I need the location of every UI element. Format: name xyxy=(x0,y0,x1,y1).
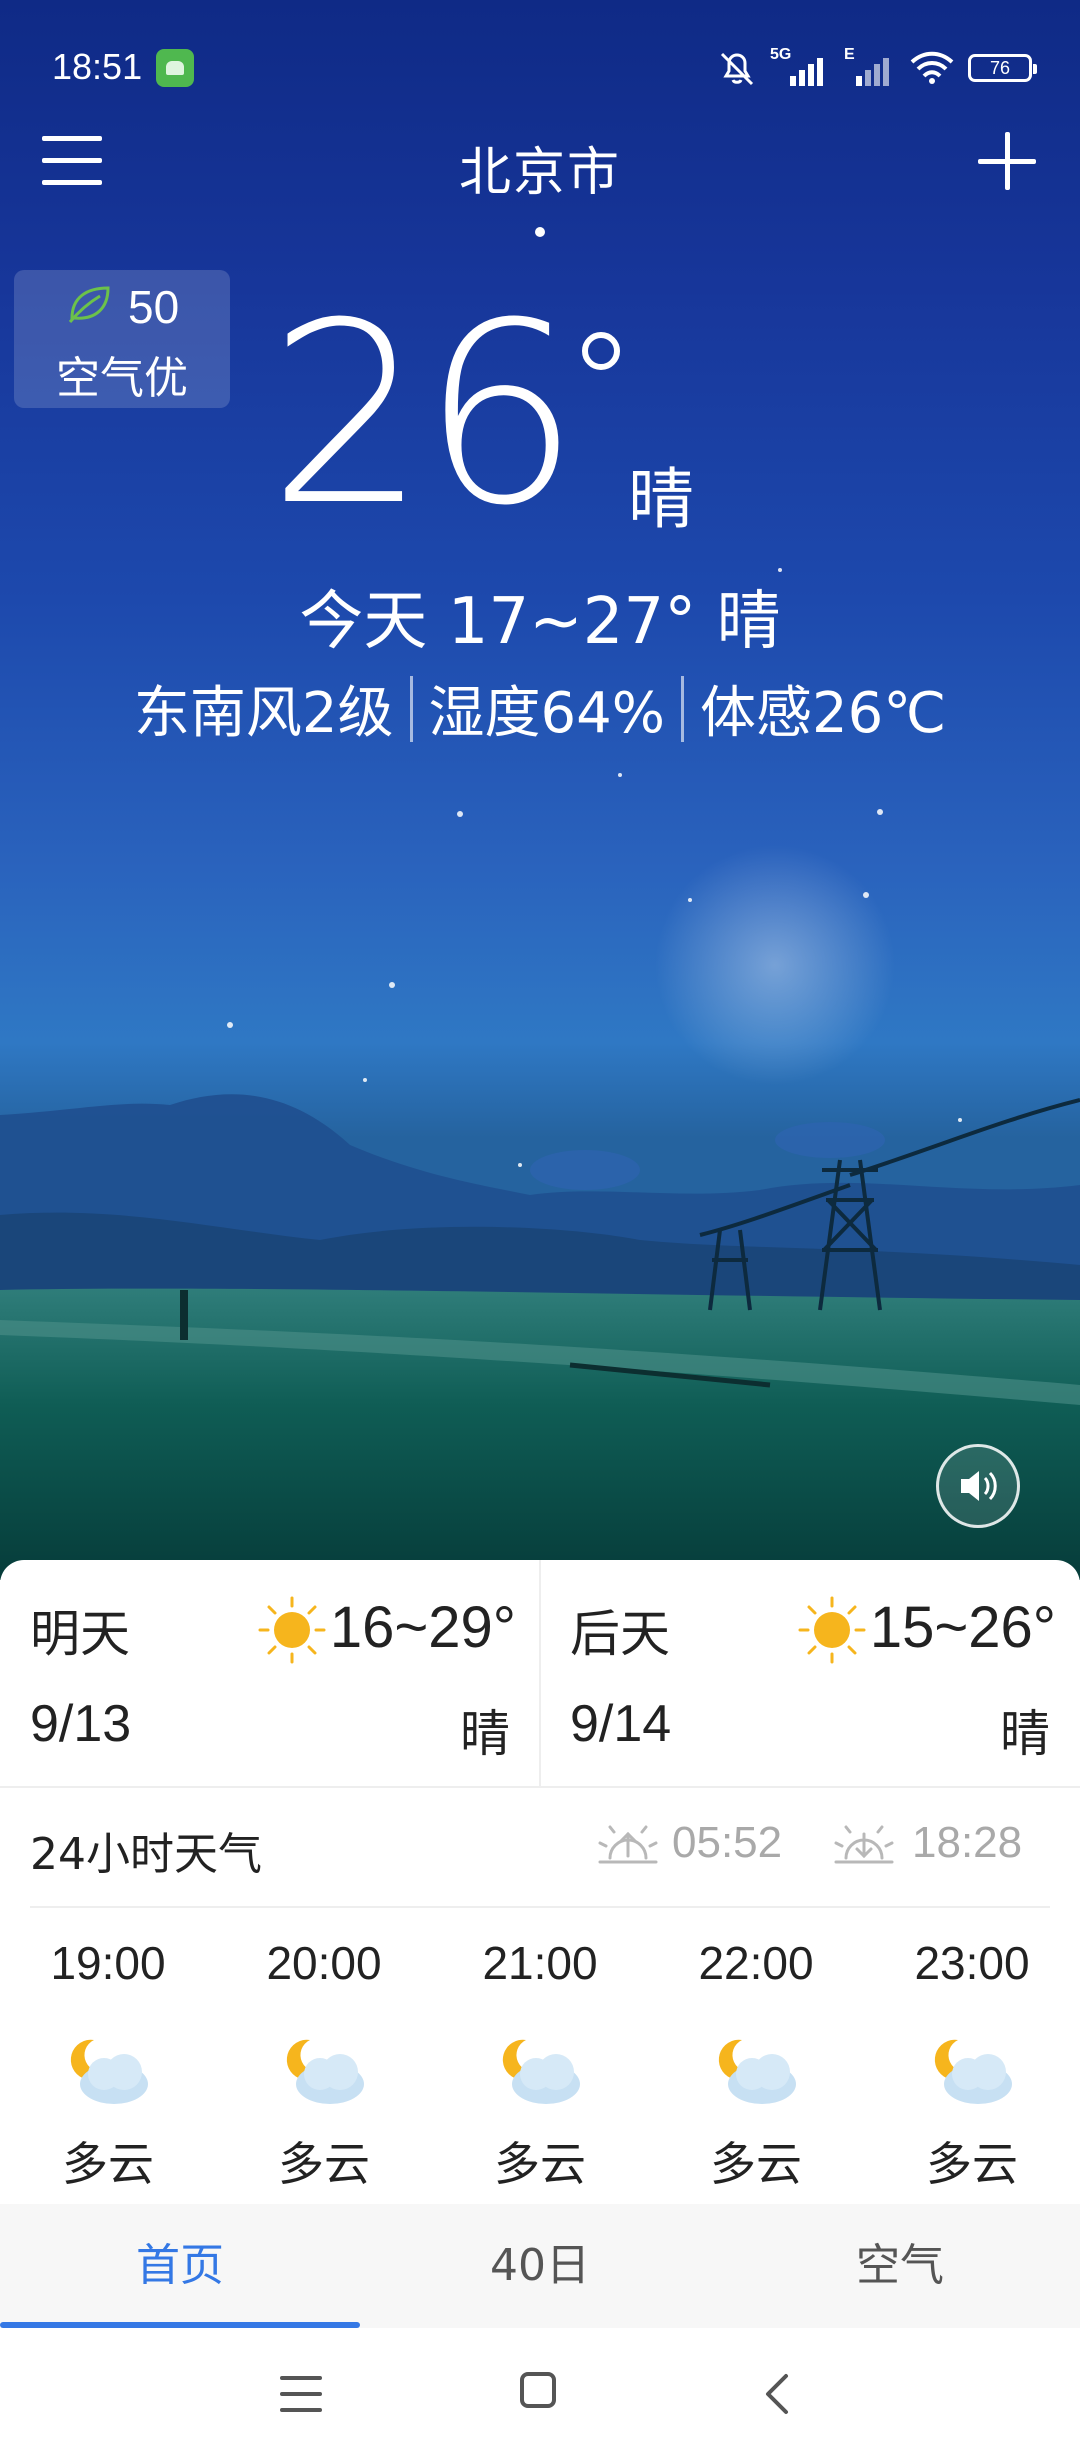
sun-icon xyxy=(798,1596,866,1664)
partly-cloudy-night-icon xyxy=(718,2039,796,2104)
hourly-header: 24小时天气 05:52 18:28 xyxy=(0,1788,1080,1906)
sunrise-icon xyxy=(598,1825,658,1864)
forecast-day-after[interactable]: 后天 15~26° 9/14 晴 xyxy=(540,1560,1080,1786)
hourly-condition: 多云 xyxy=(62,2137,154,2191)
forecast-date: 9/13 xyxy=(30,1695,132,1753)
hourly-item: 23:00 多云 xyxy=(864,1908,1080,2208)
tab-40-days[interactable]: 40日 xyxy=(360,2204,720,2328)
weather-hero: 18:51 5G E 76 北京市 50 空气优 26 晴 今天 17~27° … xyxy=(0,0,1080,1580)
today-summary: 今天 17~27° 晴 xyxy=(299,585,781,659)
forecast-tomorrow[interactable]: 明天 16~29° 9/13 晴 xyxy=(0,1560,540,1786)
leaf-icon xyxy=(68,286,110,323)
sunrise-time: 05:52 xyxy=(672,1818,783,1867)
forecast-date: 9/14 xyxy=(570,1695,672,1753)
android-notification-icon xyxy=(156,49,194,87)
status-time: 18:51 xyxy=(52,46,143,87)
hourly-item: 19:00 多云 xyxy=(0,1908,216,2208)
signal-e-icon: E xyxy=(844,46,896,86)
partly-cloudy-night-icon xyxy=(70,2039,148,2104)
recent-apps-icon[interactable] xyxy=(280,2376,322,2412)
wind-info: 东南风2级 xyxy=(133,681,394,746)
hourly-time: 19:00 xyxy=(50,1937,166,1989)
partly-cloudy-night-icon xyxy=(286,2039,364,2104)
hourly-item: 21:00 多云 xyxy=(432,1908,648,2208)
hourly-condition: 多云 xyxy=(494,2137,586,2191)
hourly-condition: 多云 xyxy=(710,2137,802,2191)
hourly-item: 22:00 多云 xyxy=(648,1908,864,2208)
partly-cloudy-night-icon xyxy=(502,2039,580,2104)
forecast-condition: 晴 xyxy=(460,1705,510,1763)
page-indicator-dot xyxy=(535,227,545,237)
hourly-time: 21:00 xyxy=(482,1937,598,1989)
tab-air[interactable]: 空气 xyxy=(720,2204,1080,2328)
night-landscape-illustration xyxy=(0,568,1080,1580)
forecast-condition: 晴 xyxy=(1000,1705,1050,1763)
feels-like-info: 体感26℃ xyxy=(699,681,947,746)
aqi-label: 空气优 xyxy=(56,353,188,404)
partly-cloudy-night-icon xyxy=(934,2039,1012,2104)
divider xyxy=(409,675,413,742)
battery-icon: 76 xyxy=(968,54,1037,82)
divider xyxy=(680,675,684,742)
hourly-condition: 多云 xyxy=(278,2137,370,2191)
hourly-time: 23:00 xyxy=(914,1937,1030,1989)
sunset-icon xyxy=(834,1825,894,1864)
forecast-day-name: 后天 xyxy=(570,1605,670,1663)
aqi-badge[interactable]: 50 空气优 xyxy=(14,270,230,408)
hourly-time: 22:00 xyxy=(698,1937,814,1989)
degree-symbol xyxy=(582,332,620,370)
hourly-condition: 多云 xyxy=(926,2137,1018,2191)
aqi-value: 50 xyxy=(128,281,180,333)
back-icon[interactable] xyxy=(762,2372,792,2416)
top-bar: 北京市 xyxy=(0,120,1080,237)
forecast-range: 15~26° xyxy=(869,1595,1056,1660)
add-city-icon[interactable] xyxy=(978,132,1036,190)
humidity-info: 湿度64% xyxy=(428,681,665,746)
tab-home[interactable]: 首页 xyxy=(0,2204,360,2328)
home-icon[interactable] xyxy=(520,2372,556,2408)
wifi-icon xyxy=(910,51,954,84)
forecast-range: 16~29° xyxy=(329,1595,516,1660)
network-type-label-2: E xyxy=(844,46,855,63)
city-title[interactable]: 北京市 xyxy=(0,130,1080,205)
forecast-day-name: 明天 xyxy=(30,1605,130,1663)
weather-details: 东南风2级 湿度64% 体感26℃ xyxy=(0,668,1080,749)
hourly-item: 20:00 多云 xyxy=(216,1908,432,2208)
network-type-label: 5G xyxy=(770,46,792,63)
hourly-time: 20:00 xyxy=(266,1937,382,1989)
status-bar: 18:51 5G E 76 xyxy=(0,40,1080,96)
sunset-time: 18:28 xyxy=(912,1818,1023,1867)
hourly-forecast[interactable]: 19:00 多云 20:00 多云 21:00 多云 22:00 多云 23:0… xyxy=(0,1908,1080,2208)
signal-5g-icon: 5G xyxy=(770,46,830,86)
mute-bell-icon xyxy=(720,52,754,86)
speaker-icon[interactable] xyxy=(936,1444,1020,1528)
system-navigation-bar xyxy=(0,2328,1080,2460)
battery-level: 76 xyxy=(989,57,1011,78)
bottom-tab-bar: 首页 40日 空气 xyxy=(0,2204,1080,2328)
current-condition: 晴 xyxy=(628,461,694,538)
current-temperature: 26 xyxy=(268,269,580,560)
sun-icon xyxy=(258,1596,326,1664)
hourly-title: 24小时天气 xyxy=(30,1829,262,1880)
